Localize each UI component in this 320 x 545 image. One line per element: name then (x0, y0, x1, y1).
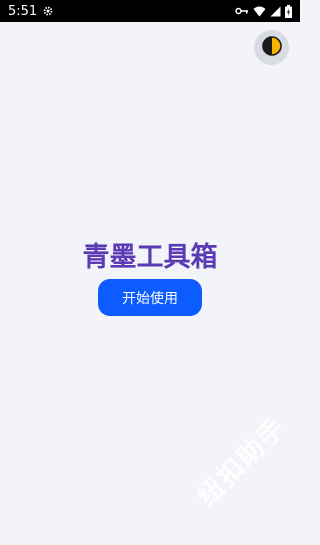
half-moon-contrast-icon (261, 35, 282, 60)
status-right (235, 4, 292, 18)
watermark-text: 纽扣助手 (191, 411, 292, 512)
watermark: 纽扣助手 (155, 375, 320, 545)
wifi-icon (253, 6, 266, 17)
app-title: 青墨工具箱 (82, 242, 218, 273)
settings-gear-icon (42, 5, 54, 17)
start-button[interactable]: 开始使用 (98, 279, 202, 316)
battery-icon (285, 4, 292, 18)
signal-icon (270, 6, 281, 17)
status-left: 5:51 (8, 4, 54, 19)
status-bar: 5:51 (0, 0, 300, 22)
theme-toggle-button[interactable] (254, 30, 289, 65)
vpn-key-icon (235, 6, 249, 16)
status-time: 5:51 (8, 3, 38, 19)
